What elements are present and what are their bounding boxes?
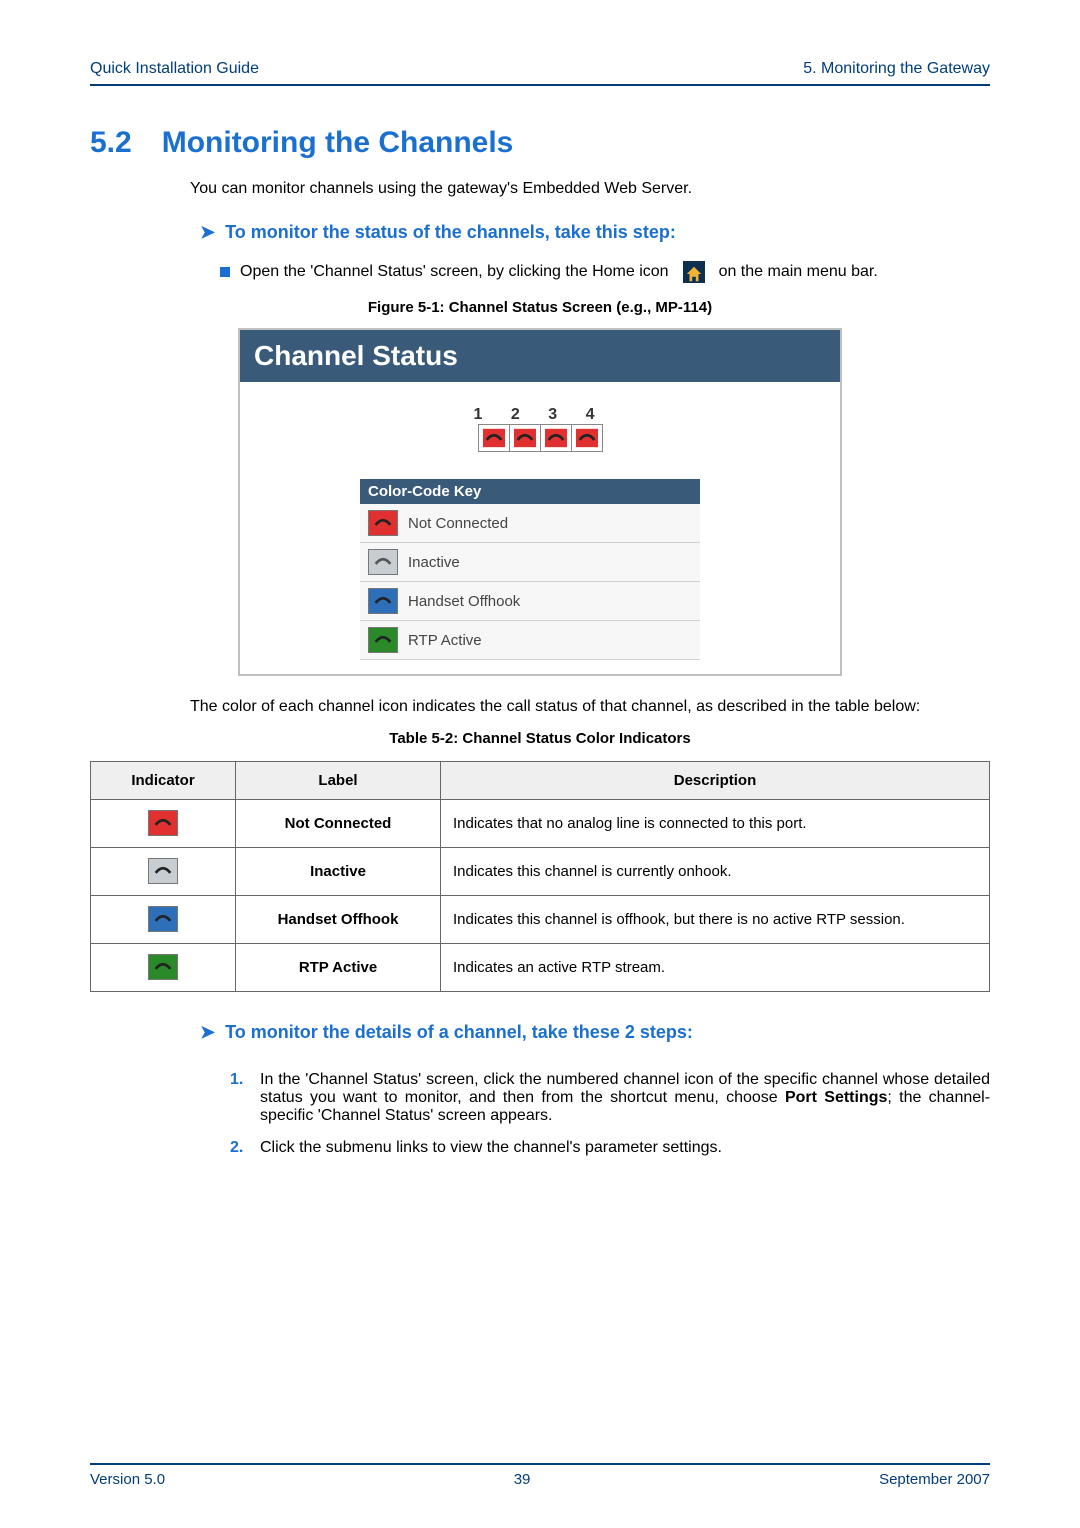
below-figure-text: The color of each channel icon indicates… <box>190 698 990 716</box>
key-inactive: Inactive <box>360 543 700 582</box>
channel-status-screenshot: Channel Status 1 2 3 4 Color-Code Key No… <box>238 328 842 676</box>
phone-icon <box>148 810 178 836</box>
channel-4-icon <box>571 425 602 451</box>
footer-left: Version 5.0 <box>90 1471 165 1488</box>
page-header: Quick Installation Guide 5. Monitoring t… <box>90 60 990 86</box>
intro-text: You can monitor channels using the gatew… <box>190 180 990 198</box>
page-footer: Version 5.0 39 September 2007 <box>90 1463 990 1488</box>
description-cell: Indicates this channel is offhook, but t… <box>441 896 990 944</box>
key-rtp-active: RTP Active <box>360 621 700 660</box>
footer-right: September 2007 <box>879 1471 990 1488</box>
phone-icon <box>148 858 178 884</box>
key-label: RTP Active <box>408 632 482 649</box>
channel-numbers: 1 2 3 4 <box>240 406 840 424</box>
phone-icon <box>148 954 178 980</box>
section-title-text: Monitoring the Channels <box>162 126 514 159</box>
th-description: Description <box>441 762 990 800</box>
header-right: 5. Monitoring the Gateway <box>803 60 990 78</box>
bullet-text-post: on the main menu bar. <box>719 263 878 281</box>
table-row: RTP ActiveIndicates an active RTP stream… <box>91 944 990 992</box>
phone-icon <box>148 906 178 932</box>
th-indicator: Indicator <box>91 762 236 800</box>
home-icon <box>683 261 705 283</box>
key-label: Inactive <box>408 554 460 571</box>
procedure-heading-2: To monitor the details of a channel, tak… <box>200 1022 990 1043</box>
th-label: Label <box>236 762 441 800</box>
table-row: Handset OffhookIndicates this channel is… <box>91 896 990 944</box>
description-cell: Indicates that no analog line is connect… <box>441 800 990 848</box>
step-item: Click the submenu links to view the chan… <box>230 1139 990 1157</box>
key-label: Handset Offhook <box>408 593 520 610</box>
description-cell: Indicates an active RTP stream. <box>441 944 990 992</box>
description-cell: Indicates this channel is currently onho… <box>441 848 990 896</box>
label-cell: RTP Active <box>236 944 441 992</box>
indicator-cell <box>91 848 236 896</box>
channel-row <box>478 424 603 452</box>
section-number: 5.2 <box>90 126 132 159</box>
indicator-cell <box>91 800 236 848</box>
table-header-row: Indicator Label Description <box>91 762 990 800</box>
bullet-square-icon <box>220 267 230 277</box>
footer-center: 39 <box>514 1471 531 1488</box>
table-row: InactiveIndicates this channel is curren… <box>91 848 990 896</box>
phone-icon-blue <box>368 588 398 614</box>
color-code-key-title: Color-Code Key <box>360 479 700 504</box>
key-label: Not Connected <box>408 515 508 532</box>
table-row: Not ConnectedIndicates that no analog li… <box>91 800 990 848</box>
color-indicator-table: Indicator Label Description Not Connecte… <box>90 761 990 992</box>
key-handset-offhook: Handset Offhook <box>360 582 700 621</box>
channel-1-icon <box>479 425 509 451</box>
key-not-connected: Not Connected <box>360 504 700 543</box>
steps-list: In the 'Channel Status' screen, click th… <box>230 1071 990 1171</box>
bullet-open-channel-status: Open the 'Channel Status' screen, by cli… <box>220 261 990 283</box>
channel-2-icon <box>509 425 540 451</box>
color-code-key: Color-Code Key Not Connected Inactive Ha… <box>360 479 700 660</box>
indicator-cell <box>91 896 236 944</box>
phone-icon-green <box>368 627 398 653</box>
section-heading: 5.2 Monitoring the Channels <box>90 126 990 160</box>
indicator-cell <box>91 944 236 992</box>
phone-icon-grey <box>368 549 398 575</box>
phone-icon-red <box>368 510 398 536</box>
channel-3-icon <box>540 425 571 451</box>
table-caption: Table 5-2: Channel Status Color Indicato… <box>90 730 990 747</box>
step-item: In the 'Channel Status' screen, click th… <box>230 1071 990 1125</box>
channel-icons-row: 1 2 3 4 <box>240 406 840 453</box>
procedure-heading-1: To monitor the status of the channels, t… <box>200 222 990 243</box>
label-cell: Inactive <box>236 848 441 896</box>
figure-caption: Figure 5-1: Channel Status Screen (e.g.,… <box>90 299 990 316</box>
bullet-text-pre: Open the 'Channel Status' screen, by cli… <box>240 263 669 281</box>
header-left: Quick Installation Guide <box>90 60 259 78</box>
label-cell: Not Connected <box>236 800 441 848</box>
channel-status-title: Channel Status <box>240 330 840 382</box>
label-cell: Handset Offhook <box>236 896 441 944</box>
